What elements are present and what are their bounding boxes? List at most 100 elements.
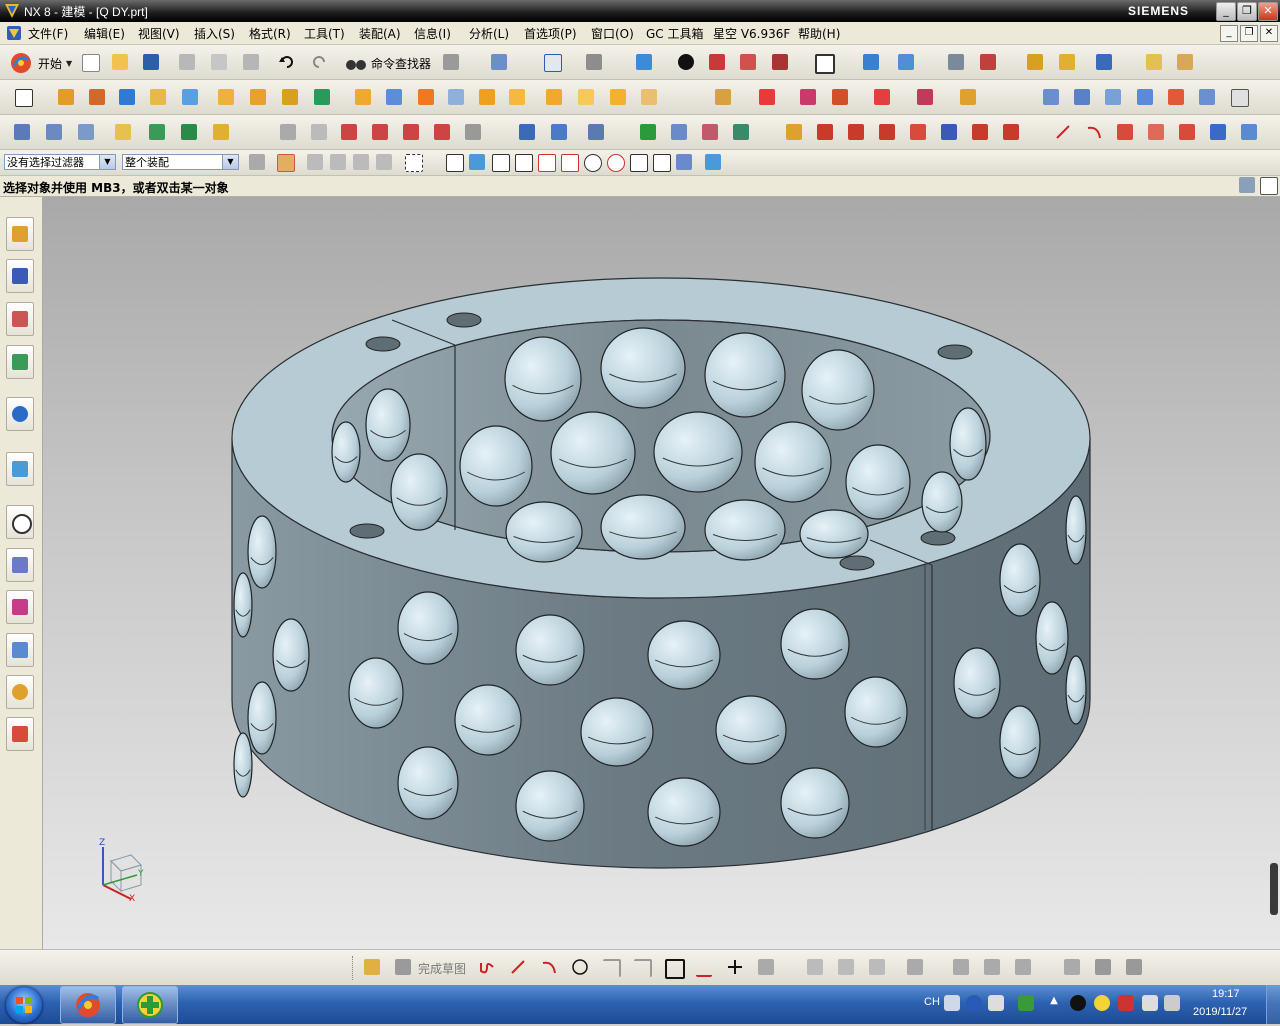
- extrude-button[interactable]: [55, 86, 77, 108]
- menu-help[interactable]: 帮助(H): [798, 25, 840, 42]
- reuse-library-tab[interactable]: [6, 345, 34, 379]
- toolbar-r2-btn-24[interactable]: [957, 86, 979, 108]
- toolbar-r2-btn-15[interactable]: [575, 86, 597, 108]
- toolbar-r3-btn-12[interactable]: [400, 121, 422, 143]
- toolbar-r3-btn-1[interactable]: [11, 121, 33, 143]
- filter-btn-7[interactable]: [402, 151, 424, 173]
- menu-preferences[interactable]: 首选项(P): [524, 25, 577, 42]
- toolbar-r2-btn-4[interactable]: [215, 86, 237, 108]
- snap-btn-12[interactable]: [702, 151, 724, 173]
- toolbar-btn-1[interactable]: [440, 51, 462, 73]
- toolbar-r3-btn-17[interactable]: [585, 121, 607, 143]
- menu-assembly[interactable]: 装配(A): [359, 25, 401, 42]
- toolbar-btn-4[interactable]: [675, 51, 697, 73]
- toolbar-r3-btn-24[interactable]: [845, 121, 867, 143]
- sketch-button[interactable]: [12, 86, 34, 108]
- toolbar-btn-14[interactable]: [1056, 51, 1078, 73]
- toolbar-r2-btn-6[interactable]: [279, 86, 301, 108]
- toolbar-btn-5[interactable]: [706, 51, 728, 73]
- toolbar-r3-btn-22[interactable]: [783, 121, 805, 143]
- menu-insert[interactable]: 插入(S): [194, 25, 235, 42]
- snap-btn-10[interactable]: [650, 151, 672, 173]
- toolbar-r2-btn-10[interactable]: [415, 86, 437, 108]
- toolbar-btn-9[interactable]: [860, 51, 882, 73]
- constraint-navigator-tab[interactable]: [6, 259, 34, 293]
- snap-btn-6[interactable]: [558, 151, 580, 173]
- toolbar-r2-btn-21[interactable]: [829, 86, 851, 108]
- menu-xingkong[interactable]: 星空 V6.936F: [713, 25, 790, 42]
- fit-view-button[interactable]: [541, 51, 563, 73]
- system-materials-tab[interactable]: [6, 548, 34, 582]
- help-icon[interactable]: [966, 995, 982, 1011]
- toolbar-btn-6[interactable]: [737, 51, 759, 73]
- menu-tools[interactable]: 工具(T): [304, 25, 345, 42]
- menu-gc-toolbox[interactable]: GC 工具箱: [646, 25, 704, 42]
- taskbar-app2-button[interactable]: [122, 986, 178, 1024]
- menu-format[interactable]: 格式(R): [249, 25, 291, 42]
- toolbar-r3-btn-7[interactable]: [210, 121, 232, 143]
- toolbar-r2-btn-22[interactable]: [871, 86, 893, 108]
- network-icon[interactable]: [1118, 995, 1134, 1011]
- toolbar-r2-btn-3[interactable]: [179, 86, 201, 108]
- sketch-btn-x5[interactable]: [1123, 956, 1145, 978]
- assembly-navigator-tab[interactable]: [6, 217, 34, 251]
- menu-edit[interactable]: 编辑(E): [84, 25, 125, 42]
- history-tab[interactable]: [6, 505, 34, 539]
- menu-analysis[interactable]: 分析(L): [469, 25, 509, 42]
- line-button[interactable]: [1052, 121, 1074, 143]
- volume-icon[interactable]: [1164, 995, 1180, 1011]
- history-palette-tab[interactable]: [6, 452, 34, 486]
- toolbar-r2-btn-2[interactable]: [147, 86, 169, 108]
- toolbar-r3-btn-20[interactable]: [699, 121, 721, 143]
- settings-icon[interactable]: [988, 995, 1004, 1011]
- toolbar-r2-btn-30[interactable]: [1196, 86, 1218, 108]
- revolve-button[interactable]: [86, 86, 108, 108]
- finish-sketch-icon[interactable]: [392, 956, 414, 978]
- toolbar-r3-btn-29[interactable]: [1000, 121, 1022, 143]
- paste-button[interactable]: [240, 51, 262, 73]
- toolbar-r2-btn-17[interactable]: [638, 86, 660, 108]
- sketch-extend-button[interactable]: [835, 956, 857, 978]
- graphics-window[interactable]: Z Y X: [43, 197, 1280, 949]
- toolbar-r2-btn-18[interactable]: [712, 86, 734, 108]
- start-button[interactable]: 开始: [38, 55, 62, 72]
- snap-btn-5[interactable]: [535, 151, 557, 173]
- toolbar-r2-btn-29[interactable]: [1165, 86, 1187, 108]
- start-icon[interactable]: [10, 52, 32, 74]
- menu-file[interactable]: 文件(F): [28, 25, 68, 42]
- part-navigator-tab[interactable]: [6, 302, 34, 336]
- snap-btn-3[interactable]: [489, 151, 511, 173]
- toolbar-r3-btn-34[interactable]: [1238, 121, 1260, 143]
- toolbar-r2-btn-14[interactable]: [543, 86, 565, 108]
- toolbar-r3-btn-19[interactable]: [668, 121, 690, 143]
- sketch-trim-button[interactable]: [804, 956, 826, 978]
- toolbar-r3-btn-11[interactable]: [369, 121, 391, 143]
- toolbar-btn-13[interactable]: [1024, 51, 1046, 73]
- redo-button[interactable]: [308, 51, 330, 73]
- toolbar-r3-btn-26[interactable]: [907, 121, 929, 143]
- tray-plus-icon[interactable]: [1094, 995, 1110, 1011]
- toolbar-btn-10[interactable]: [895, 51, 917, 73]
- restore-button[interactable]: ❐: [1237, 2, 1257, 21]
- save-button[interactable]: [140, 51, 162, 73]
- snap-btn-4[interactable]: [512, 151, 534, 173]
- sketch-btn-x2[interactable]: [1012, 956, 1034, 978]
- toolbar-btn-17[interactable]: [1174, 51, 1196, 73]
- toolbar-r3-btn-27[interactable]: [938, 121, 960, 143]
- sketch-constraint-button[interactable]: [904, 956, 926, 978]
- toolbar-r2-btn-19[interactable]: [756, 86, 778, 108]
- snap-btn-8[interactable]: [604, 151, 626, 173]
- toolbar-btn-11[interactable]: [945, 51, 967, 73]
- toolbar-btn-15[interactable]: [1093, 51, 1115, 73]
- filter-btn-3[interactable]: [304, 151, 326, 173]
- snap-btn-7[interactable]: [581, 151, 603, 173]
- toolbar-r2-btn-8[interactable]: [352, 86, 374, 108]
- toolbar-r3-btn-32[interactable]: [1176, 121, 1198, 143]
- toolbar-r3-btn-15[interactable]: [516, 121, 538, 143]
- menu-view[interactable]: 视图(V): [138, 25, 180, 42]
- doc-close-button[interactable]: ✕: [1260, 25, 1278, 42]
- toolbar-r2-btn-25[interactable]: [1040, 86, 1062, 108]
- web-browser-tab[interactable]: [6, 397, 34, 431]
- app-menu-icon[interactable]: [6, 25, 22, 41]
- filter-btn-5[interactable]: [350, 151, 372, 173]
